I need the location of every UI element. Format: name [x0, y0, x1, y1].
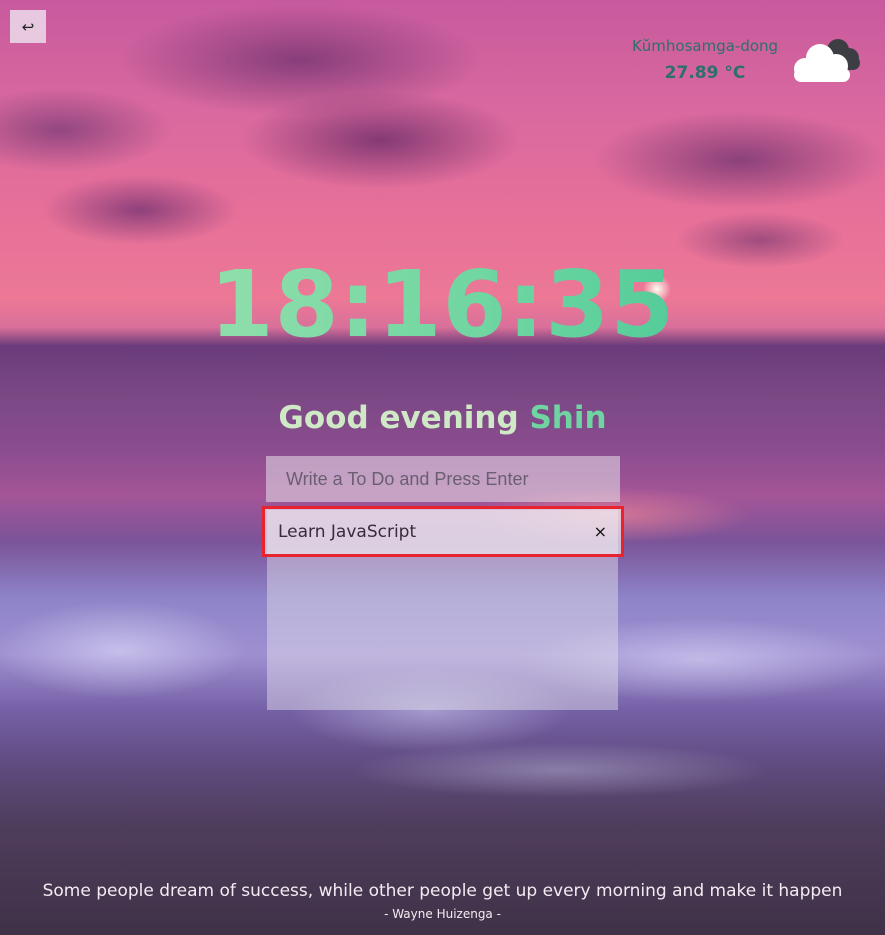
quote: Some people dream of success, while othe…: [0, 879, 885, 923]
clock: 18:16:35: [0, 250, 885, 360]
weather-temperature: 27.89 °C: [664, 63, 746, 83]
back-button[interactable]: ↩: [10, 10, 46, 43]
cloud-icon: [794, 39, 860, 82]
quote-text: Some people dream of success, while othe…: [42, 881, 843, 901]
todo-item-text: Learn JavaScript: [278, 521, 417, 542]
greeting: Good evening Shin: [0, 398, 885, 438]
greeting-username: Shin: [529, 400, 607, 436]
todo-input[interactable]: [266, 456, 620, 502]
greeting-text: Good evening: [278, 400, 519, 436]
quote-author: - Wayne Huizenga -: [384, 907, 501, 921]
weather-location: Kŭmhosamga-dong: [631, 37, 779, 55]
todo-item[interactable]: Learn JavaScript ×: [262, 506, 624, 557]
weather-widget: Kŭmhosamga-dong 27.89 °C: [620, 36, 790, 85]
todo-delete-button[interactable]: ×: [594, 522, 607, 541]
